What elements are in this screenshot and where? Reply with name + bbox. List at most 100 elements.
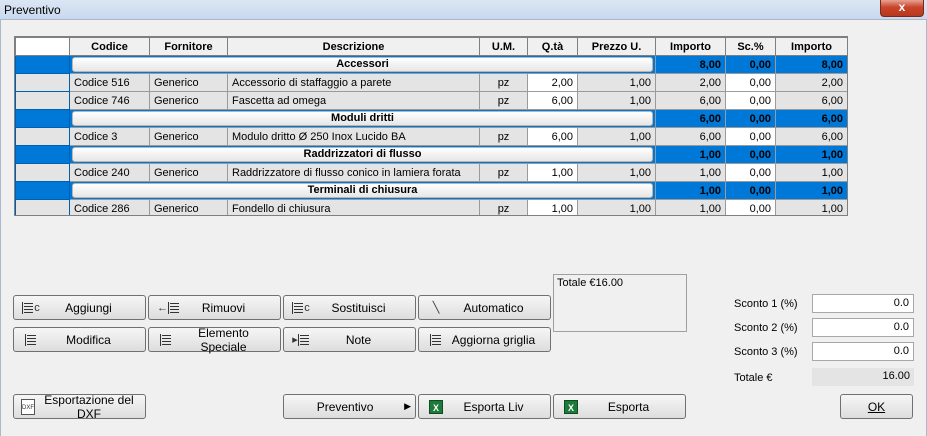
row-selector[interactable] bbox=[15, 55, 70, 74]
item-fornitore: Generico bbox=[149, 127, 228, 146]
item-row[interactable]: Codice 746 Generico Fascetta ad omega pz… bbox=[15, 91, 847, 110]
group-row[interactable]: Terminali di chiusura 1,00 0,00 1,00 bbox=[15, 181, 847, 200]
excel-icon: X bbox=[429, 399, 443, 414]
item-qta-cell[interactable]: 1,00 bbox=[527, 199, 578, 215]
item-qta-cell[interactable]: 6,00 bbox=[527, 127, 578, 146]
group-row[interactable]: Raddrizzatori di flusso 1,00 0,00 1,00 bbox=[15, 145, 847, 164]
item-qta-cell[interactable]: 2,00 bbox=[527, 73, 578, 92]
item-um: pz bbox=[479, 73, 528, 92]
item-codice: Codice 516 bbox=[69, 73, 150, 92]
item-prezzo: 1,00 bbox=[577, 163, 656, 182]
item-sconto-cell[interactable]: 0,00 bbox=[725, 73, 776, 92]
group-label[interactable]: Moduli dritti bbox=[72, 111, 653, 126]
item-totale: 1,00 bbox=[775, 163, 847, 182]
elemento-speciale-label: Elemento Speciale bbox=[198, 325, 249, 354]
elemento-speciale-button[interactable]: Elemento Speciale bbox=[148, 325, 281, 354]
item-prezzo: 1,00 bbox=[577, 91, 656, 110]
totale-label: Totale € bbox=[734, 372, 773, 384]
row-selector-header bbox=[15, 37, 70, 56]
col-header-fornitore[interactable]: Fornitore bbox=[149, 37, 228, 56]
preventivo-label: Preventivo bbox=[316, 399, 374, 414]
grid-header-row: Codice Fornitore Descrizione U.M. Q.tà P… bbox=[15, 37, 847, 56]
item-importo: 1,00 bbox=[655, 163, 726, 182]
row-selector[interactable] bbox=[15, 145, 70, 164]
item-sconto-cell[interactable]: 0,00 bbox=[725, 91, 776, 110]
aggiungi-button[interactable]: c Aggiungi bbox=[13, 295, 146, 320]
group-importo: 1,00 bbox=[655, 145, 726, 164]
group-sconto: 0,00 bbox=[725, 55, 776, 74]
sconto-3-label: Sconto 3 (%) bbox=[734, 346, 798, 358]
row-selector[interactable] bbox=[15, 73, 70, 92]
col-header-um[interactable]: U.M. bbox=[479, 37, 528, 56]
item-qta-cell[interactable]: 6,00 bbox=[527, 91, 578, 110]
col-header-codice[interactable]: Codice bbox=[69, 37, 150, 56]
item-fornitore: Generico bbox=[149, 163, 228, 182]
item-totale: 6,00 bbox=[775, 91, 847, 110]
sconto-2-input[interactable]: 0.0 bbox=[812, 318, 914, 337]
item-codice: Codice 746 bbox=[69, 91, 150, 110]
sconto-3-input[interactable]: 0.0 bbox=[812, 342, 914, 361]
edit-list-icon bbox=[22, 333, 40, 347]
esporta-dxf-button[interactable]: DXF Esportazione del DXF bbox=[13, 392, 146, 421]
row-selector[interactable] bbox=[15, 127, 70, 146]
item-sconto-cell[interactable]: 0,00 bbox=[725, 199, 776, 215]
item-prezzo: 1,00 bbox=[577, 199, 656, 215]
row-selector[interactable] bbox=[15, 163, 70, 182]
note-button[interactable]: ▸ Note bbox=[283, 327, 416, 352]
item-prezzo: 1,00 bbox=[577, 73, 656, 92]
col-header-importo[interactable]: Importo bbox=[655, 37, 726, 56]
notes-icon: ▸ bbox=[292, 333, 310, 347]
item-sconto-cell[interactable]: 0,00 bbox=[725, 127, 776, 146]
group-importo: 8,00 bbox=[655, 55, 726, 74]
item-descrizione: Fascetta ad omega bbox=[227, 91, 480, 110]
group-label[interactable]: Accessori bbox=[72, 57, 653, 72]
esporta-liv-button[interactable]: X Esporta Liv bbox=[418, 394, 551, 419]
item-row[interactable]: Codice 516 Generico Accessorio di staffa… bbox=[15, 73, 847, 92]
item-row[interactable]: Codice 240 Generico Raddrizzatore di flu… bbox=[15, 163, 847, 182]
esporta-dxf-label: Esportazione del DXF bbox=[44, 392, 134, 421]
item-fornitore: Generico bbox=[149, 91, 228, 110]
rimuovi-button[interactable]: ← Rimuovi bbox=[148, 295, 281, 320]
group-row[interactable]: Moduli dritti 6,00 0,00 6,00 bbox=[15, 109, 847, 128]
item-descrizione: Raddrizzatore di flusso conico in lamier… bbox=[227, 163, 480, 182]
item-qta-cell[interactable]: 1,00 bbox=[527, 163, 578, 182]
group-row[interactable]: Accessori 8,00 0,00 8,00 bbox=[15, 55, 847, 74]
group-totale: 1,00 bbox=[775, 145, 847, 164]
group-importo: 1,00 bbox=[655, 181, 726, 200]
col-header-prezzo[interactable]: Prezzo U. bbox=[577, 37, 656, 56]
esporta-label: Esporta bbox=[607, 399, 650, 414]
automatico-button[interactable]: ╲ Automatico bbox=[418, 295, 551, 320]
group-label[interactable]: Terminali di chiusura bbox=[72, 183, 653, 198]
esporta-button[interactable]: X Esporta bbox=[553, 394, 686, 419]
ok-button[interactable]: OK bbox=[840, 394, 913, 419]
col-header-descrizione[interactable]: Descrizione bbox=[227, 37, 480, 56]
group-label[interactable]: Raddrizzatori di flusso bbox=[72, 147, 653, 162]
item-totale: 1,00 bbox=[775, 199, 847, 215]
row-selector[interactable] bbox=[15, 91, 70, 110]
item-fornitore: Generico bbox=[149, 199, 228, 215]
item-row[interactable]: Codice 3 Generico Modulo dritto Ø 250 In… bbox=[15, 127, 847, 146]
modifica-button[interactable]: Modifica bbox=[13, 327, 146, 352]
row-selector[interactable] bbox=[15, 181, 70, 200]
sostituisci-button[interactable]: c Sostituisci bbox=[283, 295, 416, 320]
item-row[interactable]: Codice 286 Generico Fondello di chiusura… bbox=[15, 199, 847, 215]
quote-grid[interactable]: Codice Fornitore Descrizione U.M. Q.tà P… bbox=[14, 36, 848, 216]
col-header-sconto[interactable]: Sc.% bbox=[725, 37, 776, 56]
row-selector[interactable] bbox=[15, 109, 70, 128]
col-header-importo-netto[interactable]: Importo bbox=[775, 37, 847, 56]
add-row-icon: c bbox=[22, 301, 40, 315]
item-codice: Codice 240 bbox=[69, 163, 150, 182]
sconto-1-input[interactable]: 0.0 bbox=[812, 294, 914, 313]
ok-label: OK bbox=[867, 399, 886, 414]
aggiorna-griglia-button[interactable]: Aggiorna griglia bbox=[418, 327, 551, 352]
preventivo-menu-button[interactable]: Preventivo ▶ bbox=[283, 394, 416, 419]
row-selector[interactable] bbox=[15, 199, 70, 215]
col-header-qta[interactable]: Q.tà bbox=[527, 37, 578, 56]
automatico-label: Automatico bbox=[463, 300, 524, 315]
close-button[interactable]: x bbox=[880, 0, 924, 17]
item-sconto-cell[interactable]: 0,00 bbox=[725, 163, 776, 182]
item-importo: 2,00 bbox=[655, 73, 726, 92]
summary-textbox[interactable]: Totale €16.00 bbox=[553, 274, 687, 332]
item-importo: 1,00 bbox=[655, 199, 726, 215]
window-title: Preventivo bbox=[4, 3, 61, 17]
